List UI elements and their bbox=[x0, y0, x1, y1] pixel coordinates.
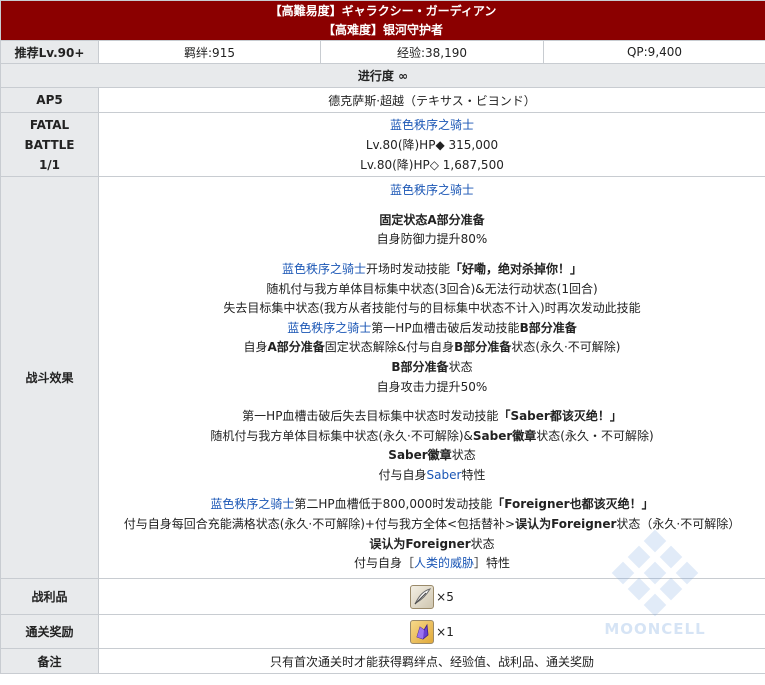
effect-line: 付与自身每回合充能满格状态(永久·不可解除)+付与我方全体<包括替补>误认为Fo… bbox=[99, 515, 765, 535]
effect-text: 第一HP血槽击破后失去目标集中状态时发动技能 bbox=[242, 409, 499, 424]
note-text: 只有首次通关时才能获得羁绊点、经验值、战利品、通关奖励 bbox=[98, 648, 765, 674]
buff-name: A部分准备 bbox=[267, 340, 325, 355]
enemy-hp-2: Lv.80(降)HP◇ 1,687,500 bbox=[360, 157, 504, 172]
effect-text: 状态(永久・不可解除) bbox=[536, 428, 654, 443]
effect-text: 付与自身［ bbox=[353, 556, 414, 571]
effect-text: 状态（永久·不可解除） bbox=[616, 517, 741, 532]
buff-name: B部分准备 bbox=[454, 340, 512, 355]
skill-name: B部分准备 bbox=[519, 320, 577, 335]
effect-line: 自身攻击力提升50% bbox=[376, 379, 488, 394]
skill-name: 「Saber都该灭绝！」 bbox=[498, 409, 622, 424]
effect-line: 自身A部分准备固定状态解除&付与自身B部分准备状态(永久·不可解除) bbox=[99, 338, 765, 358]
feather-quill-icon[interactable] bbox=[410, 584, 435, 609]
battle-effects: 蓝色秩序之骑士 固定状态A部分准备 自身防御力提升80% 蓝色秩序之骑士开场时发… bbox=[98, 176, 765, 579]
trait-link-human-threat[interactable]: 人类的威胁 bbox=[414, 556, 474, 570]
effect-line: 固定状态A部分准备 bbox=[99, 211, 765, 231]
recommended-level: 推荐Lv.90+ bbox=[0, 40, 99, 64]
effect-text: 第一HP血槽击破后发动技能 bbox=[371, 320, 520, 335]
effect-line: 失去目标集中状态(我方从者技能付与的目标集中状态不计入)时再次发动此技能 bbox=[223, 301, 641, 316]
buff-name: 误认为Foreigner bbox=[369, 536, 471, 551]
reward-label: 通关奖励 bbox=[0, 614, 99, 649]
quest-title-header: 【高難易度】ギャラクシー・ガーディアン 【高难度】银河守护者 bbox=[0, 0, 765, 41]
wave-count: 1/1 bbox=[38, 157, 61, 172]
effect-line: 蓝色秩序之骑士第二HP血槽低于800,000时发动技能「Foreigner也都该… bbox=[99, 495, 765, 515]
effect-line: B部分准备状态 bbox=[99, 358, 765, 378]
effect-text: 状态 bbox=[470, 536, 495, 551]
qp-value: QP:9,400 bbox=[543, 40, 765, 64]
location-name: 德克萨斯·超越（テキサス・ビヨンド） bbox=[98, 87, 765, 113]
effect-line: Saber徽章状态 bbox=[99, 446, 765, 466]
drops-cell: ×5 bbox=[98, 578, 765, 615]
effect-line: 付与自身Saber特性 bbox=[99, 466, 765, 486]
purple-crystal-svg bbox=[416, 623, 429, 639]
effect-text: ］特性 bbox=[474, 556, 511, 571]
effect-enemy-link-4[interactable]: 蓝色秩序之骑士 bbox=[210, 497, 294, 511]
effect-line: 随机付与我方单体目标集中状态(3回合)&无法行动状态(1回合) bbox=[266, 281, 598, 296]
drops-qty: ×5 bbox=[436, 589, 454, 604]
buff-name: Saber徽章 bbox=[472, 428, 537, 443]
effect-text: 随机付与我方单体目标集中状态(永久·不可解除)& bbox=[210, 428, 473, 443]
effect-text: 自身 bbox=[243, 340, 268, 355]
buff-name: 误认为Foreigner bbox=[515, 517, 617, 532]
buff-name: Saber徽章 bbox=[388, 448, 452, 463]
enemy-info: 蓝色秩序之骑士 Lv.80(降)HP◆ 315,000 Lv.80(降)HP◇ … bbox=[98, 112, 765, 177]
enemy-hp-1: Lv.80(降)HP◆ 315,000 bbox=[365, 137, 499, 152]
fatal-label: FATAL bbox=[29, 117, 70, 132]
buff-name: B部分准备 bbox=[391, 359, 449, 374]
skill-name: 「Foreigner也都该灭绝！」 bbox=[492, 497, 654, 512]
purple-crystal-icon[interactable] bbox=[410, 619, 435, 644]
effect-text: 付与自身每回合充能满格状态(永久·不可解除)+付与我方全体<包括替补> bbox=[123, 517, 516, 532]
effect-gap bbox=[99, 485, 765, 495]
enemy-name-link[interactable]: 蓝色秩序之骑士 bbox=[99, 115, 765, 135]
battle-label: BATTLE bbox=[24, 137, 75, 152]
effect-text: 状态 bbox=[448, 359, 473, 374]
feather-quill-svg bbox=[414, 587, 432, 604]
effect-line: 蓝色秩序之骑士开场时发动技能「好嘞，绝对杀掉你！」 bbox=[99, 260, 765, 280]
effect-text: 第二HP血槽低于800,000时发动技能 bbox=[294, 497, 493, 512]
effect-enemy-link-1[interactable]: 蓝色秩序之骑士 bbox=[99, 181, 765, 201]
skill-name: 「好嘞，绝对杀掉你！」 bbox=[450, 261, 583, 276]
reward-cell: ×1 bbox=[98, 614, 765, 649]
effect-line: 蓝色秩序之骑士第一HP血槽击破后发动技能B部分准备 bbox=[99, 319, 765, 339]
quest-table: 【高難易度】ギャラクシー・ガーディアン 【高难度】银河守护者 推荐Lv.90+ … bbox=[0, 0, 765, 674]
effect-line: 付与自身［人类的威胁］特性 bbox=[99, 554, 765, 574]
effect-text: 固定状态解除&付与自身 bbox=[324, 340, 455, 355]
quest-title-cn: 【高难度】银河守护者 bbox=[322, 22, 443, 37]
effect-enemy-link-3[interactable]: 蓝色秩序之骑士 bbox=[287, 321, 371, 335]
effect-text: 固定状态A部分准备 bbox=[379, 212, 485, 227]
effect-enemy-link-2[interactable]: 蓝色秩序之骑士 bbox=[282, 262, 366, 276]
effect-gap bbox=[99, 397, 765, 407]
effect-line: 误认为Foreigner状态 bbox=[99, 535, 765, 555]
effect-line: 随机付与我方单体目标集中状态(永久·不可解除)&Saber徽章状态(永久・不可解… bbox=[99, 427, 765, 447]
bond-value: 羁绊:915 bbox=[98, 40, 321, 64]
battle-effects-label: 战斗效果 bbox=[0, 176, 99, 579]
fatal-battle-label: FATAL BATTLE 1/1 bbox=[0, 112, 99, 177]
effect-gap bbox=[99, 201, 765, 211]
ap-label: AP5 bbox=[0, 87, 99, 113]
effect-text: 开场时发动技能 bbox=[365, 261, 450, 276]
effect-gap bbox=[99, 250, 765, 260]
reward-qty: ×1 bbox=[436, 624, 454, 639]
progress-row: 进行度 ∞ bbox=[0, 63, 765, 88]
effect-text: 状态(永久·不可解除) bbox=[511, 340, 621, 355]
note-label: 备注 bbox=[0, 648, 99, 674]
effect-text: 特性 bbox=[461, 467, 486, 482]
effect-line: 第一HP血槽击破后失去目标集中状态时发动技能「Saber都该灭绝！」 bbox=[99, 407, 765, 427]
quest-title-jp: 【高難易度】ギャラクシー・ガーディアン bbox=[269, 3, 497, 18]
exp-value: 经验:38,190 bbox=[320, 40, 544, 64]
effect-line: 自身防御力提升80% bbox=[376, 232, 488, 247]
effect-text: 状态 bbox=[451, 448, 476, 463]
trait-link-saber[interactable]: Saber bbox=[427, 468, 462, 482]
effect-text: 付与自身 bbox=[378, 467, 427, 482]
drops-label: 战利品 bbox=[0, 578, 99, 615]
